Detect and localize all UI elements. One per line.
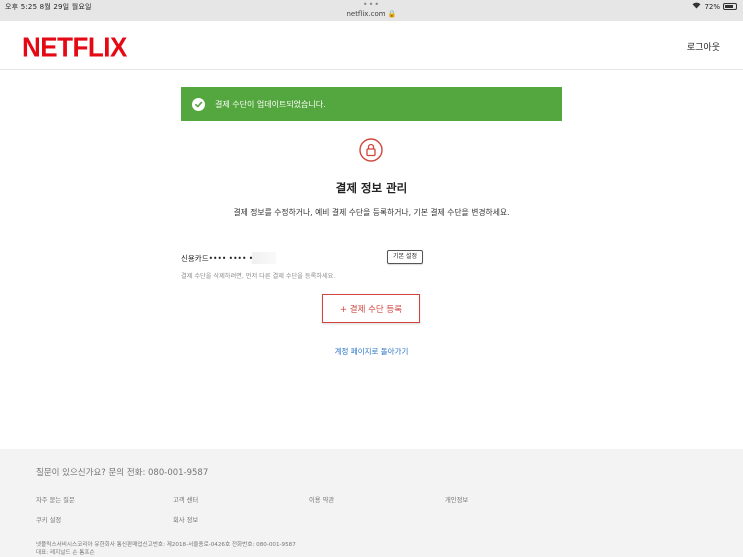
footer-link-terms[interactable]: 이용 약관	[309, 495, 334, 504]
footer-question[interactable]: 질문이 있으신가요? 문의 전화: 080-001-9587	[36, 466, 208, 478]
footer-link-help-center[interactable]: 고객 센터	[173, 495, 198, 504]
card-number-blur	[252, 252, 276, 264]
footer-link-faq[interactable]: 자주 묻는 질문	[36, 495, 75, 504]
logout-link[interactable]: 로그아웃	[687, 40, 720, 53]
footer-link-cookies[interactable]: 쿠키 설정	[36, 515, 61, 524]
payment-method-row: 신용카드•••• •••• •••• 기본 설정	[181, 250, 426, 265]
add-payment-method-button[interactable]: + 결제 수단 등록	[322, 294, 420, 323]
more-dots-icon[interactable]: •••	[363, 0, 380, 9]
banner-message: 결제 수단이 업데이트되었습니다.	[215, 99, 326, 109]
wifi-icon	[692, 2, 701, 11]
status-right: 72%	[692, 2, 737, 11]
lock-icon	[359, 138, 383, 162]
page-subtitle: 결제 정보를 수정하거나, 예비 결제 수단을 등록하거나, 기본 결제 수단을…	[233, 208, 510, 217]
footer-link-privacy[interactable]: 개인정보	[445, 495, 468, 504]
legal-line-1: 넷플릭스서비시스코리아 유한회사 통신판매업신고번호: 제2018-서울종로-0…	[36, 542, 296, 548]
url-bar[interactable]: netflix.com 🔒	[346, 10, 396, 18]
status-time: 오후 5:25 8월 29일 월요일	[5, 3, 92, 11]
footer-link-corporate[interactable]: 회사 정보	[173, 515, 198, 524]
delete-note: 결제 수단을 삭제하려면, 먼저 다른 결제 수단을 등록하세요.	[181, 273, 336, 280]
checkmark-icon	[192, 97, 205, 111]
page-title: 결제 정보 관리	[335, 181, 408, 195]
success-banner: 결제 수단이 업데이트되었습니다.	[181, 87, 562, 121]
battery-percent: 72%	[704, 2, 720, 11]
footer-legal: 넷플릭스서비시스코리아 유한회사 통신판매업신고번호: 제2018-서울종로-0…	[36, 541, 536, 557]
back-to-account-link[interactable]: 계정 페이지로 돌아가기	[0, 346, 743, 357]
netflix-logo[interactable]: NETFLIX	[22, 31, 127, 64]
default-badge: 기본 설정	[387, 250, 423, 264]
site-footer: 질문이 있으신가요? 문의 전화: 080-001-9587 자주 묻는 질문 …	[0, 449, 743, 557]
legal-line-2: 대표: 레지널드 숀 톰프슨	[36, 550, 95, 556]
battery-icon	[723, 3, 737, 10]
ios-status-bar: 오후 5:25 8월 29일 월요일 ••• netflix.com 🔒 72%	[0, 0, 743, 21]
site-header: NETFLIX 로그아웃	[0, 21, 743, 70]
